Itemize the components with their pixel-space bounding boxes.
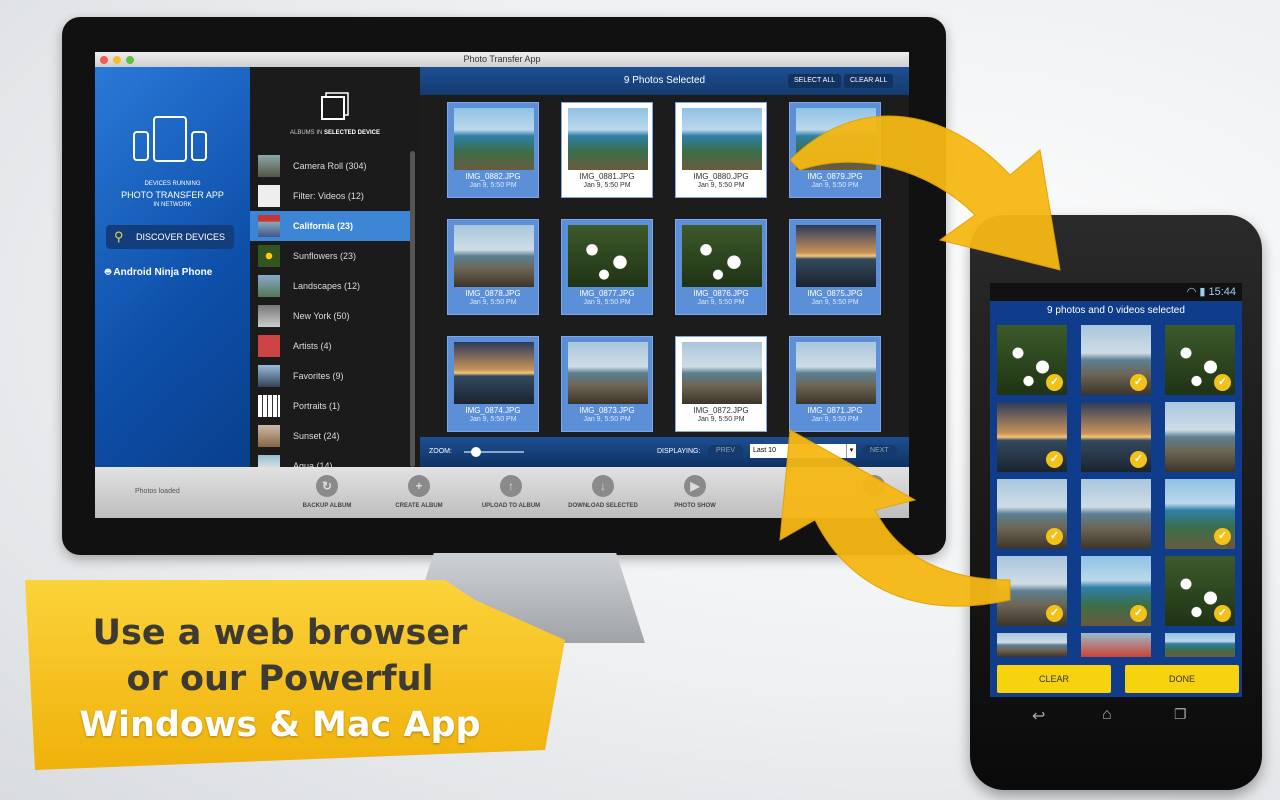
arrow-to-desktop xyxy=(779,429,1011,607)
promo-line-2: or our Powerful xyxy=(126,659,434,699)
promo-line-1: Use a web browser xyxy=(92,613,468,653)
arrow-to-phone xyxy=(789,115,1061,271)
promo-text: Use a web browser or our Powerful Window… xyxy=(60,610,500,748)
promo-line-3: Windows & Mac App xyxy=(79,705,481,745)
